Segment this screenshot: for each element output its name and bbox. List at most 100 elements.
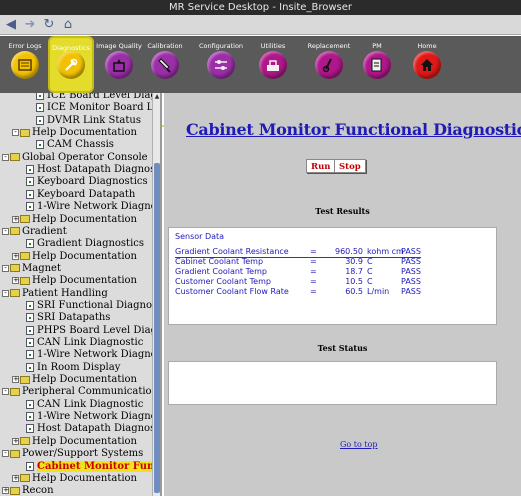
tree-item[interactable]: Host Datapath Diagnost [12, 164, 152, 176]
tree-item[interactable]: Host Datapath Diagnost [12, 423, 152, 435]
sensor-status: PASS [401, 277, 421, 286]
tree-item[interactable]: Gradient Diagnostics [12, 238, 144, 250]
tree-item[interactable]: + Help Documentation [12, 374, 137, 386]
tree-item[interactable]: CAN Link Diagnostic [12, 399, 143, 411]
sensor-value: 30.9 [345, 257, 363, 266]
tree-scrollbar[interactable]: ▲ [152, 93, 160, 496]
document-icon [26, 165, 34, 175]
folder-icon [10, 387, 20, 396]
folder-icon [20, 375, 30, 384]
collapse-icon[interactable]: - [2, 450, 9, 458]
run-button[interactable]: Run [306, 159, 336, 173]
tree-item[interactable]: Cabinet Monitor Func [12, 460, 152, 473]
equals-sign: = [310, 257, 317, 266]
go-to-top-link[interactable]: Go to top [340, 440, 377, 449]
tree-item-label: Help Documentation [32, 472, 137, 484]
tree-item-label: Gradient [22, 225, 67, 237]
tree-item-label: 1-Wire Network Diagnos [37, 411, 152, 423]
expand-icon[interactable]: + [2, 487, 9, 495]
tree-item[interactable]: - Peripheral Communication [2, 386, 152, 398]
tree-item[interactable]: SRI Functional Diagnost [12, 300, 152, 312]
tree-item[interactable]: ICE Board Level Diagnos [22, 93, 152, 102]
tree-item[interactable]: - Global Operator Console [2, 152, 148, 164]
tree-item[interactable]: PHPS Board Level Diagn [12, 325, 152, 337]
toolbar-utilities[interactable]: Utilities [250, 36, 296, 93]
tree-item-label: CAM Chassis [47, 139, 114, 151]
folder-icon [10, 153, 20, 162]
tree-item-label: Gradient Diagnostics [37, 238, 145, 250]
tree-item[interactable]: In Room Display [12, 362, 120, 374]
tree-item[interactable]: SRI Datapaths [12, 312, 110, 324]
sensor-value: 10.5 [345, 277, 363, 286]
forward-arrow-icon[interactable]: ➜ [22, 17, 38, 33]
tree-item[interactable]: - Gradient [2, 226, 67, 238]
tree-item[interactable]: ICE Monitor Board Level [22, 102, 152, 114]
tree-item[interactable]: - Power/Support Systems [2, 448, 143, 460]
toolbar-home[interactable]: Home [404, 36, 450, 93]
collapse-icon[interactable]: - [2, 289, 9, 297]
stop-button[interactable]: Stop [334, 159, 366, 173]
sensor-unit: L/min [367, 287, 390, 296]
calibration-icon [151, 51, 179, 79]
expand-icon[interactable]: + [12, 474, 19, 482]
utilities-icon [259, 51, 287, 79]
expand-icon[interactable]: + [12, 215, 19, 223]
toolbar-pm[interactable]: PM [354, 36, 400, 93]
toolbar-configuration[interactable]: Configuration [193, 36, 249, 93]
tree-item[interactable]: - Patient Handling [2, 288, 108, 300]
toolbar-label: PM [372, 42, 382, 50]
tree-item[interactable]: - Help Documentation [12, 127, 137, 139]
collapse-icon[interactable]: - [2, 264, 9, 272]
folder-icon [20, 276, 30, 285]
tree-item[interactable]: 1-Wire Network Diagnos [12, 201, 152, 213]
tree-item[interactable]: 1-Wire Network Diagnos [12, 411, 152, 423]
expand-icon[interactable]: + [12, 252, 19, 260]
tree-item[interactable]: + Help Documentation [12, 275, 137, 287]
refresh-icon[interactable]: ↻ [41, 17, 57, 33]
tree-item[interactable]: DVMR Link Status [22, 115, 141, 127]
sensor-status: PASS [401, 287, 421, 296]
collapse-icon[interactable]: - [12, 129, 19, 137]
tree-item[interactable]: + Help Documentation [12, 214, 137, 226]
collapse-icon[interactable]: - [2, 153, 9, 161]
tree-item[interactable]: 1-Wire Network Diagnos [12, 349, 152, 361]
tree-item-label: SRI Datapaths [37, 312, 111, 324]
scroll-thumb[interactable] [154, 163, 160, 493]
collapse-icon[interactable]: - [2, 388, 9, 396]
folder-icon [20, 215, 30, 223]
tree-item[interactable]: Keyboard Datapath [12, 189, 135, 201]
toolbar-replacement[interactable]: Replacement [302, 36, 356, 93]
scroll-up-arrow-icon[interactable]: ▲ [153, 93, 160, 101]
sensor-name: Customer Coolant Temp [175, 277, 271, 286]
results-title: Test Results [315, 206, 370, 216]
toolbar-calibration[interactable]: Calibration [142, 36, 188, 93]
back-arrow-icon[interactable]: ◀ [3, 17, 19, 33]
folder-icon [10, 264, 20, 273]
document-icon [36, 140, 44, 150]
tree-item[interactable]: CAM Chassis [22, 139, 114, 151]
diagnostics-icon [57, 51, 85, 79]
tree-item[interactable]: + Help Documentation [12, 436, 137, 448]
tree-item[interactable]: CAN Link Diagnostic [12, 337, 143, 349]
sensor-unit: C [367, 257, 373, 266]
toolbar-label: Home [417, 42, 437, 50]
home-icon[interactable]: ⌂ [60, 17, 76, 33]
tree-item[interactable]: Keyboard Diagnostics [12, 176, 148, 188]
page-title[interactable]: Cabinet Monitor Functional Diagnostic [186, 120, 521, 139]
sensor-value: 18.7 [345, 267, 363, 276]
expand-icon[interactable]: + [12, 277, 19, 285]
toolbar-error-logs[interactable]: Error Logs [2, 36, 48, 93]
toolbar-image-quality[interactable]: Image Quality [96, 36, 142, 93]
collapse-icon[interactable]: - [2, 227, 9, 235]
document-icon [26, 362, 34, 372]
tree-item-label: CAN Link Diagnostic [37, 337, 144, 348]
expand-icon[interactable]: + [12, 376, 19, 384]
tree-item-label: SRI Functional Diagnost [37, 299, 152, 311]
expand-icon[interactable]: + [12, 437, 19, 445]
tree-item[interactable]: + Help Documentation [12, 251, 137, 263]
tree-item[interactable]: - Magnet [2, 263, 61, 275]
tree-item[interactable]: + Help Documentation [12, 473, 137, 485]
document-icon [26, 313, 34, 323]
tree-item[interactable]: + Recon [2, 485, 54, 496]
toolbar-diagnostics[interactable]: Diagnostics [48, 36, 94, 93]
